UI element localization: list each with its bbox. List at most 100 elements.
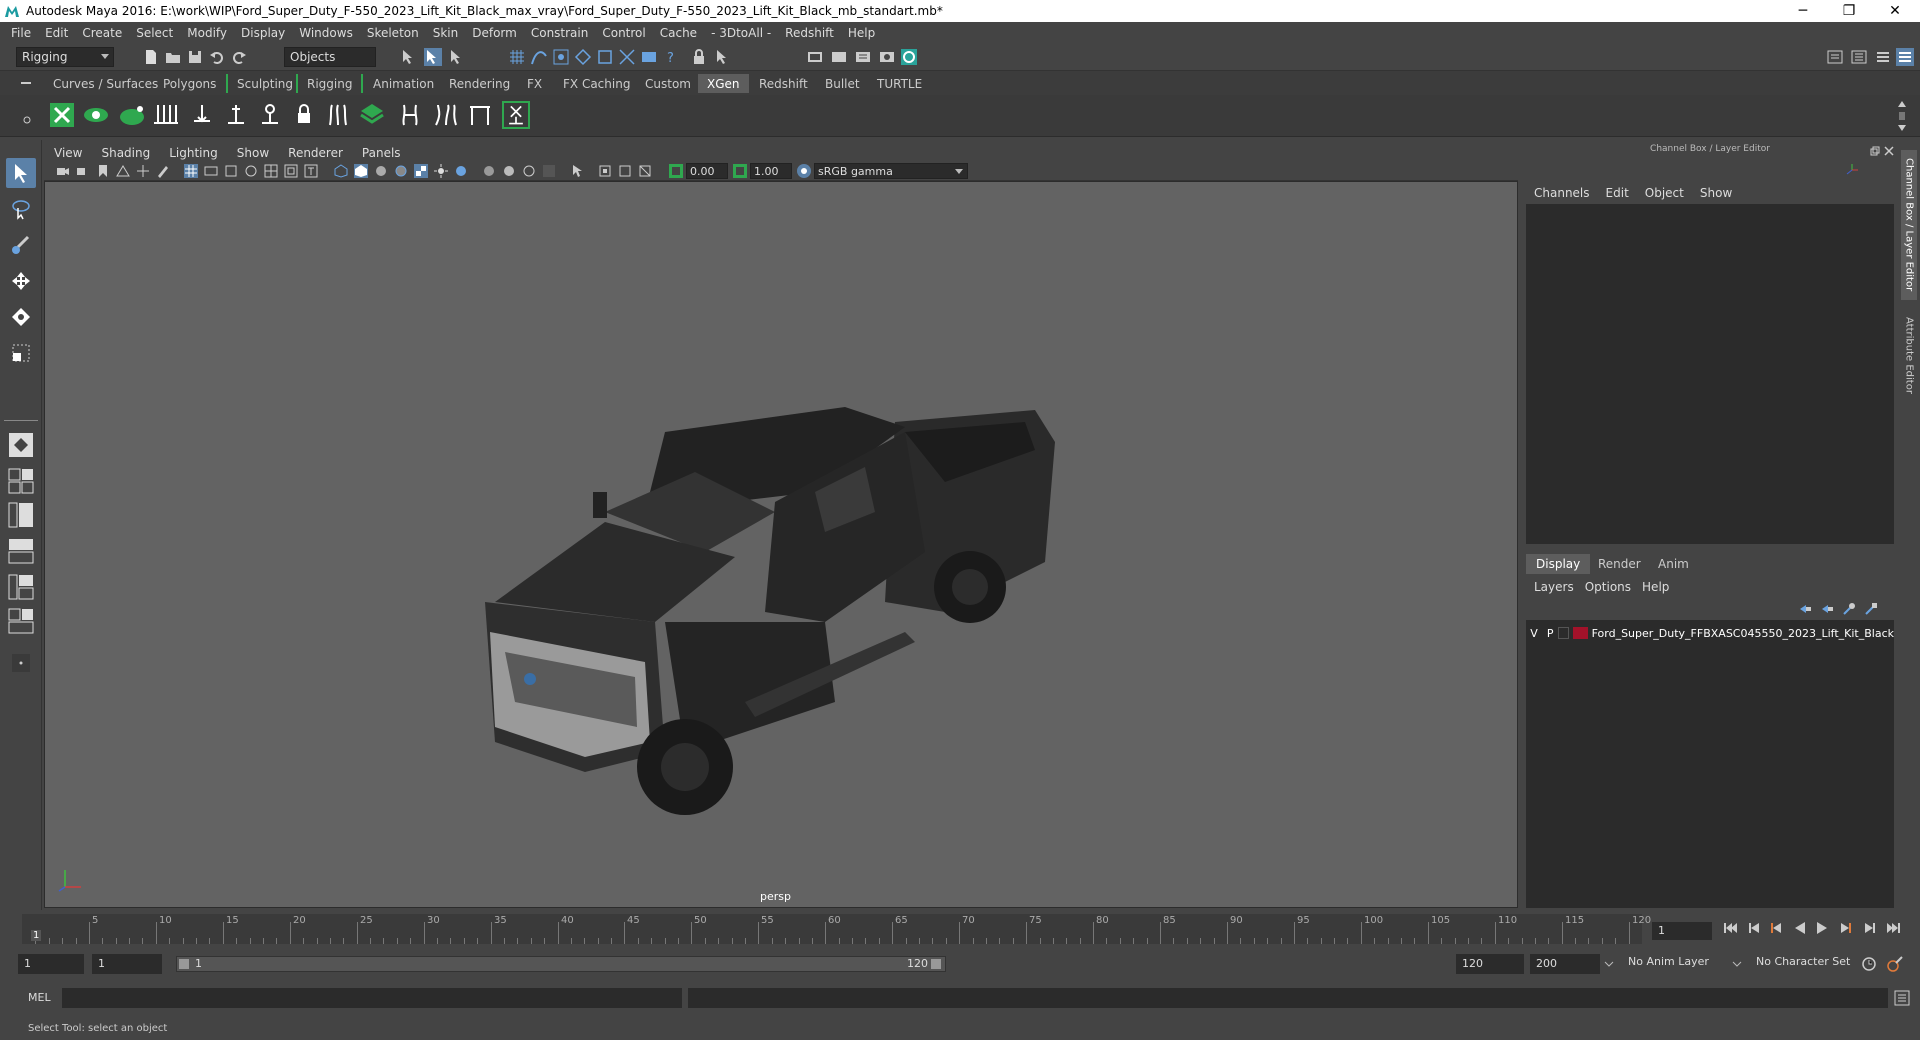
redo-icon[interactable] [230, 48, 248, 66]
menuset-dropdown[interactable]: Rigging [16, 47, 114, 67]
options-menu[interactable]: Options [1583, 580, 1640, 594]
persp-graph-layout[interactable] [6, 536, 36, 566]
smooth-shade-icon[interactable] [354, 164, 368, 178]
shelf-tab-rigging[interactable]: Rigging [296, 74, 364, 93]
film-gate-icon[interactable] [204, 164, 218, 178]
auto-key-icon[interactable] [1860, 955, 1878, 973]
layer-tab-render[interactable]: Render [1588, 554, 1651, 574]
camera-attributes-icon[interactable] [76, 164, 90, 178]
menu-create[interactable]: Create [75, 26, 129, 40]
gate-mask-icon[interactable] [244, 164, 258, 178]
shelf-scroll-icon[interactable] [1896, 99, 1908, 133]
four-view-layout[interactable] [6, 466, 36, 496]
snap-to-point-icon[interactable] [552, 48, 570, 66]
xray-joints-icon[interactable] [618, 164, 632, 178]
go-to-start-icon[interactable] [1722, 920, 1738, 936]
minimize-button[interactable]: ─ [1780, 0, 1826, 22]
move-layer-up-icon[interactable] [1798, 602, 1812, 616]
field-chart-icon[interactable] [264, 164, 278, 178]
menu-skeleton[interactable]: Skeleton [360, 26, 426, 40]
range-start-handle[interactable] [179, 959, 189, 969]
script-language-label[interactable]: MEL [28, 991, 51, 1004]
xgen-interactive-groom-icon[interactable] [358, 101, 386, 129]
persp-hypershade-layout[interactable] [6, 572, 36, 602]
side-tab-attribute-editor[interactable]: Attribute Editor [1901, 310, 1917, 400]
animation-end-field[interactable]: 200 [1530, 954, 1600, 974]
xgen-preview-icon[interactable] [82, 101, 110, 129]
menu-select[interactable]: Select [129, 26, 180, 40]
menu-skin[interactable]: Skin [426, 26, 466, 40]
object-menu[interactable]: Object [1639, 186, 1694, 200]
float-panel-icon[interactable] [1870, 146, 1880, 156]
menu-file[interactable]: File [4, 26, 38, 40]
shelf-tab-fx[interactable]: FX [518, 74, 551, 93]
attribute-editor-toggle-icon[interactable] [1850, 48, 1868, 66]
xgen-cut-icon[interactable] [466, 101, 494, 129]
wireframe-on-shaded-icon[interactable] [394, 164, 408, 178]
layers-menu[interactable]: Layers [1532, 580, 1583, 594]
menu-deform[interactable]: Deform [465, 26, 524, 40]
open-scene-icon[interactable] [164, 48, 182, 66]
shelf-tab-curves-surfaces[interactable]: Curves / Surfaces [44, 74, 167, 93]
select-tool[interactable] [6, 158, 36, 188]
viewport-menu-shading[interactable]: Shading [91, 146, 159, 160]
xgen-editor-icon[interactable] [48, 101, 76, 129]
grease-pencil-icon[interactable] [156, 164, 170, 178]
play-backwards-icon[interactable] [1792, 920, 1808, 936]
current-time-marker[interactable]: 1 [31, 930, 42, 941]
shelf-menu-icon[interactable] [20, 77, 32, 89]
ipr-render-icon[interactable] [830, 48, 848, 66]
anim-layer-dropdown[interactable]: No Anim Layer [1628, 955, 1709, 968]
shelf-tab-rendering[interactable]: Rendering [440, 74, 519, 93]
custom-layout[interactable] [6, 606, 36, 636]
menu-modify[interactable]: Modify [180, 26, 234, 40]
play-forwards-icon[interactable] [1814, 920, 1830, 936]
character-set-dropdown[interactable]: No Character Set [1756, 955, 1850, 968]
perspective-viewport[interactable]: persp [44, 181, 1518, 908]
snap-to-curve-icon[interactable] [530, 48, 548, 66]
hypershade-icon[interactable] [878, 48, 896, 66]
truck-model[interactable] [45, 182, 1517, 907]
layer-row[interactable]: V P Ford_Super_Duty_FFBXASC045550_2023_L… [1526, 624, 1894, 642]
render-settings-icon[interactable] [854, 48, 872, 66]
layer-name[interactable]: Ford_Super_Duty_FFBXASC045550_2023_Lift_… [1592, 627, 1894, 640]
viewport-menu-view[interactable]: View [44, 146, 91, 160]
view-transform-dropdown[interactable]: sRGB gamma [814, 163, 968, 179]
step-back-icon[interactable] [1746, 920, 1762, 936]
viewport-menu-lighting[interactable]: Lighting [159, 146, 227, 160]
layer-help-menu[interactable]: Help [1640, 580, 1678, 594]
layer-type-toggle[interactable] [1558, 627, 1570, 639]
viewport-menu-panels[interactable]: Panels [352, 146, 410, 160]
manipulator-axis-icon[interactable] [1844, 162, 1860, 178]
menu-cache[interactable]: Cache [653, 26, 704, 40]
new-scene-icon[interactable] [142, 48, 160, 66]
render-current-frame-icon[interactable] [806, 48, 824, 66]
image-plane-icon[interactable] [116, 164, 130, 178]
step-back-key-icon[interactable] [1768, 920, 1784, 936]
screen-space-ao-icon[interactable] [482, 164, 496, 178]
color-management-icon[interactable] [796, 163, 812, 179]
select-by-object-icon[interactable] [424, 48, 442, 66]
xray-icon[interactable] [598, 164, 612, 178]
undo-icon[interactable] [208, 48, 226, 66]
xgen-place-guides-icon[interactable] [152, 101, 180, 129]
menu-3dtoall[interactable]: - 3DtoAll - [704, 26, 778, 40]
command-input[interactable] [62, 988, 682, 1008]
wireframe-icon[interactable] [334, 164, 348, 178]
anti-aliasing-icon[interactable] [522, 164, 536, 178]
textured-icon[interactable] [414, 164, 428, 178]
make-live-icon[interactable] [596, 48, 614, 66]
gamma-field[interactable]: 1.00 [750, 163, 792, 179]
time-ruler[interactable]: 5 10 15 20 25 30 35 40 45 50 55 60 65 70 75 80 85 90 95 100… [22, 914, 1651, 944]
menu-control[interactable]: Control [595, 26, 652, 40]
exposure-field[interactable]: 0.00 [686, 163, 728, 179]
grid-toggle-icon[interactable] [184, 164, 198, 178]
xgen-delete-icon[interactable] [502, 101, 530, 129]
xray-active-components-icon[interactable] [638, 164, 652, 178]
layer-tab-display[interactable]: Display [1526, 554, 1591, 574]
save-scene-icon[interactable] [186, 48, 204, 66]
close-button[interactable]: ✕ [1872, 0, 1918, 22]
snap-to-grid-icon[interactable] [508, 48, 526, 66]
lasso-tool[interactable] [6, 194, 36, 224]
script-editor-icon[interactable] [1894, 990, 1910, 1006]
